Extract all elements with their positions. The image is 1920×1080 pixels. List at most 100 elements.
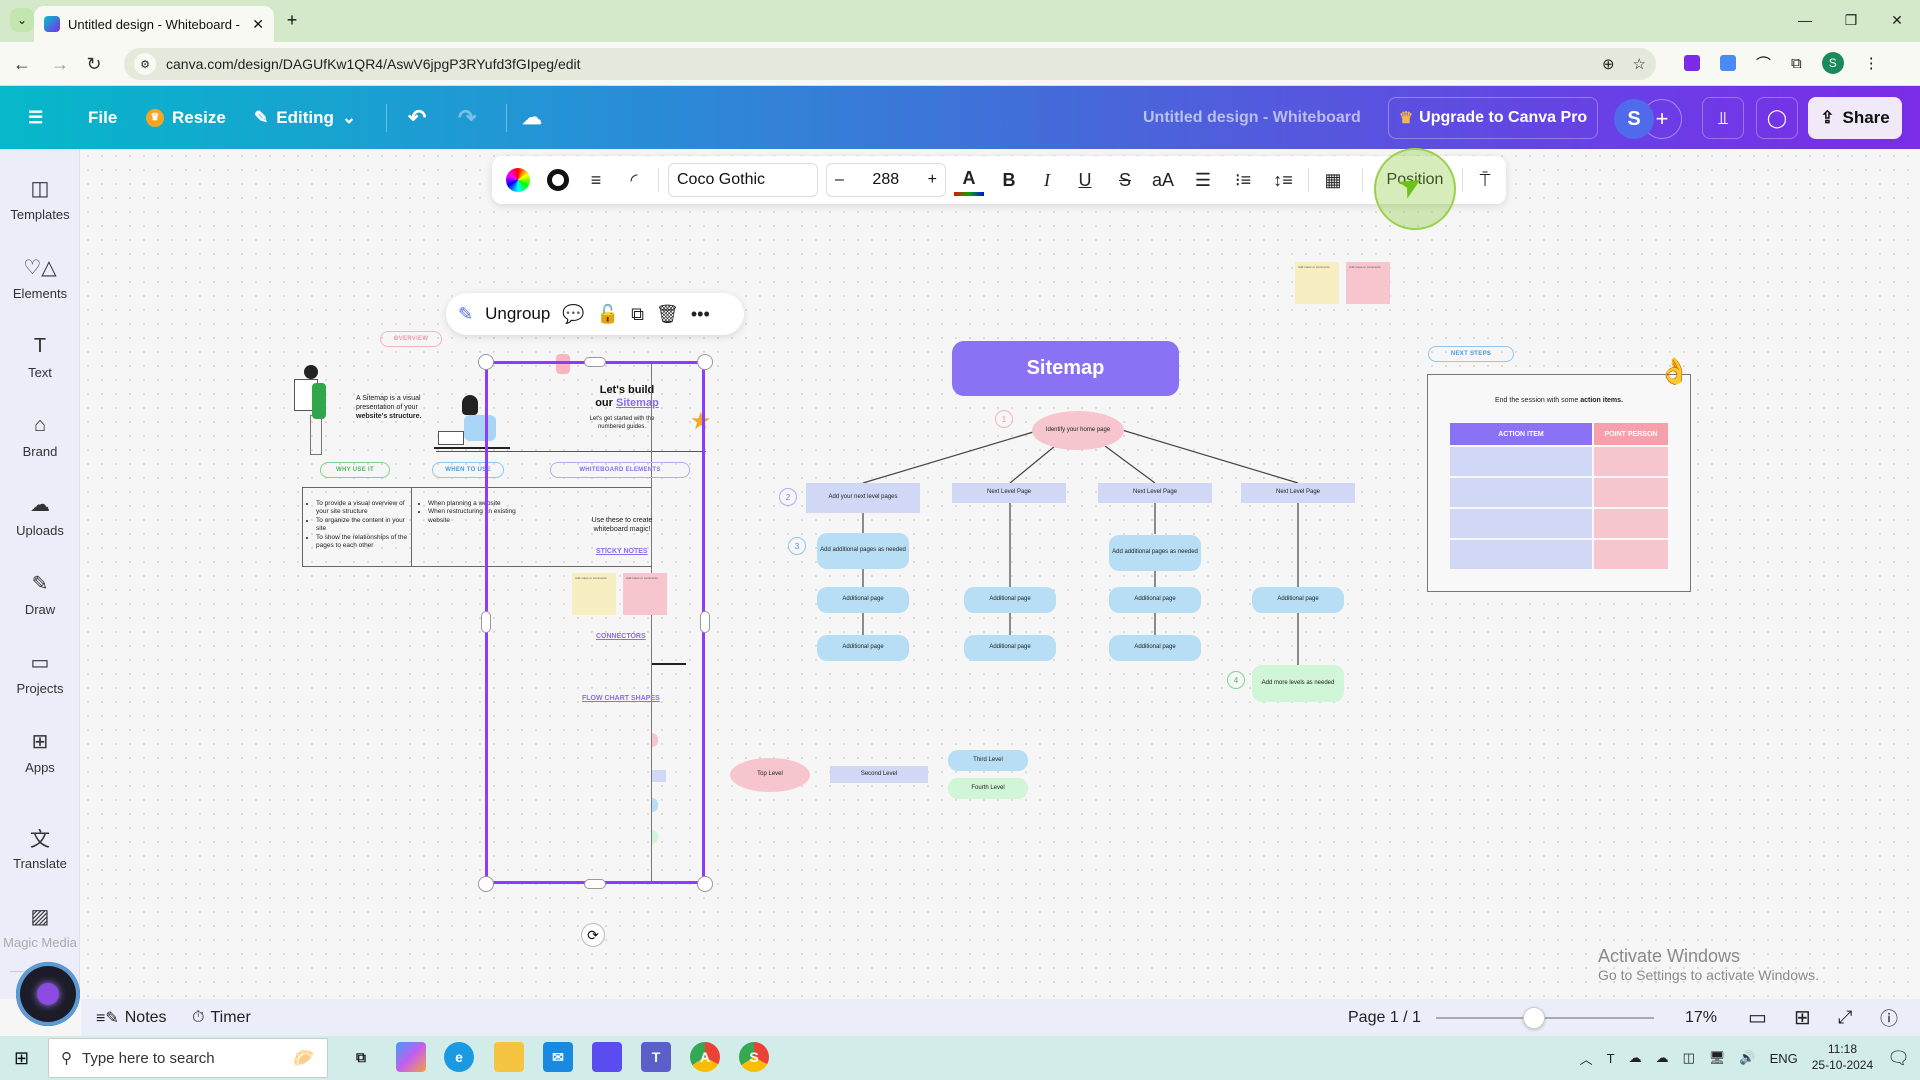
app-icon[interactable]: [592, 1042, 622, 1072]
onedrive-icon[interactable]: ☁: [1656, 1050, 1669, 1066]
chrome-profile-a-icon[interactable]: A: [690, 1042, 720, 1072]
reload-icon[interactable]: ↻: [82, 52, 106, 76]
legend-second-level[interactable]: Second Level: [830, 766, 928, 783]
italic-icon[interactable]: I: [1032, 164, 1062, 196]
file-menu[interactable]: File: [88, 86, 117, 149]
insights-chart-icon[interactable]: ⫫: [1702, 97, 1744, 139]
level2-node[interactable]: Next Level Page: [1098, 483, 1212, 503]
rotate-handle-icon[interactable]: ⟳: [581, 923, 605, 947]
browser-menu-icon[interactable]: ⋮: [1864, 54, 1879, 72]
mail-icon[interactable]: ✉: [543, 1042, 573, 1072]
magic-edit-icon[interactable]: ✎: [458, 304, 473, 325]
copilot-icon[interactable]: [396, 1042, 426, 1072]
teams-icon[interactable]: T: [641, 1042, 671, 1072]
close-window-icon[interactable]: ✕: [1874, 0, 1920, 40]
comments-icon[interactable]: ◯: [1756, 97, 1798, 139]
more-levels-node[interactable]: Add more levels as needed: [1252, 665, 1344, 702]
notifications-icon[interactable]: 🗨: [1887, 1048, 1910, 1069]
duplicate-icon[interactable]: ⧉: [631, 304, 644, 325]
legend-fourth-level[interactable]: Fourth Level: [948, 778, 1028, 799]
legend-third-level[interactable]: Third Level: [948, 750, 1028, 771]
sidebar-item-elements[interactable]: ♡△ Elements: [0, 254, 80, 302]
table-cell-point-person[interactable]: [1594, 509, 1668, 538]
task-view-icon[interactable]: ⧉: [346, 1042, 376, 1072]
clock[interactable]: 11:18 25-10-2024: [1812, 1042, 1873, 1073]
sidebar-item-translate[interactable]: 文 Translate: [0, 824, 80, 872]
spacing-icon[interactable]: ↕≡: [1268, 164, 1298, 196]
decrease-size-button[interactable]: –: [835, 171, 844, 189]
align-center-icon[interactable]: ☰: [1188, 164, 1218, 196]
taskbar-search-input[interactable]: ⚲ Type here to search 🥟: [48, 1038, 328, 1078]
sidebar-item-magic-media[interactable]: ▨ Magic Media: [0, 903, 80, 951]
user-avatar[interactable]: S: [1614, 99, 1654, 139]
sidebar-item-apps[interactable]: ⊞ Apps: [0, 728, 80, 776]
sidebar-item-brand[interactable]: ⌂ Brand: [0, 412, 80, 460]
sidebar-item-text[interactable]: T Text: [0, 333, 80, 381]
level2-node[interactable]: Next Level Page: [952, 483, 1066, 503]
main-menu-icon[interactable]: ☰: [28, 86, 43, 149]
extension-icon[interactable]: ⌒: [1756, 53, 1771, 74]
level2-node[interactable]: Add your next level pages: [806, 483, 920, 513]
page-view-icon[interactable]: ▭: [1748, 999, 1767, 1036]
bold-icon[interactable]: B: [994, 164, 1024, 196]
text-color-icon[interactable]: A: [954, 164, 984, 196]
sidebar-item-draw[interactable]: ✎ Draw: [0, 570, 80, 618]
document-title[interactable]: Untitled design - Whiteboard: [1143, 86, 1361, 149]
grid-view-icon[interactable]: ⊞: [1794, 999, 1811, 1036]
more-options-icon[interactable]: •••: [691, 304, 710, 325]
letter-case-icon[interactable]: aA: [1148, 164, 1178, 196]
table-cell-action-item[interactable]: [1450, 509, 1592, 538]
sticky-note-yellow[interactable]: Add notes or comments: [1295, 262, 1339, 304]
additional-page-node[interactable]: Additional page: [964, 587, 1056, 613]
sidebar-item-projects[interactable]: ▭ Projects: [0, 649, 80, 697]
border-style-icon[interactable]: [542, 164, 574, 196]
timer-button[interactable]: ⏱ Timer: [192, 999, 251, 1036]
minimize-icon[interactable]: —: [1782, 0, 1828, 40]
site-info-icon[interactable]: ⚙: [134, 53, 156, 75]
additional-page-node[interactable]: Additional page: [1252, 587, 1344, 613]
font-size-stepper[interactable]: – 288 +: [826, 163, 946, 197]
redo-icon[interactable]: ↷: [458, 86, 476, 149]
show-hidden-icons[interactable]: ︿: [1580, 1049, 1593, 1068]
page-indicator[interactable]: Page 1 / 1: [1348, 999, 1421, 1036]
file-explorer-icon[interactable]: [494, 1042, 524, 1072]
fullscreen-icon[interactable]: ⤢: [1838, 999, 1852, 1036]
ungroup-button[interactable]: Ungroup: [485, 304, 550, 324]
sidebar-item-templates[interactable]: ◫ Templates: [0, 175, 80, 223]
resize-handle-top-left[interactable]: [478, 354, 494, 370]
editing-mode-dropdown[interactable]: ✎ Editing ⌄: [254, 86, 356, 149]
edge-icon[interactable]: e: [444, 1042, 474, 1072]
new-tab-button[interactable]: +: [282, 10, 302, 30]
table-cell-point-person[interactable]: [1594, 540, 1668, 569]
bookmark-star-icon[interactable]: ☆: [1633, 55, 1646, 73]
strikethrough-icon[interactable]: S: [1110, 164, 1140, 196]
camera-icon[interactable]: ◫: [1683, 1050, 1695, 1066]
url-bar[interactable]: ⚙ canva.com/design/DAGUfKw1QR4/AswV6jpgP…: [124, 48, 1656, 80]
resize-handle-bottom-left[interactable]: [478, 876, 494, 892]
selection-frame[interactable]: [485, 361, 705, 884]
lock-icon[interactable]: 🔓: [597, 304, 619, 325]
resize-handle-top-right[interactable]: [697, 354, 713, 370]
volume-icon[interactable]: 🔊: [1739, 1050, 1755, 1066]
network-icon[interactable]: 🖥: [1709, 1050, 1726, 1066]
extensions-puzzle-icon[interactable]: ⧉: [1791, 55, 1802, 72]
home-page-node[interactable]: Identify your home page: [1032, 411, 1124, 450]
resize-handle-right[interactable]: [700, 611, 710, 633]
table-cell-point-person[interactable]: [1594, 478, 1668, 507]
browser-tab[interactable]: Untitled design - Whiteboard - ✕: [34, 6, 274, 42]
share-button[interactable]: ⇪ Share: [1808, 97, 1902, 139]
help-icon[interactable]: ⓘ: [1880, 999, 1898, 1036]
table-cell-action-item[interactable]: [1450, 447, 1592, 476]
border-weight-icon[interactable]: ≡: [580, 164, 612, 196]
forward-icon[interactable]: →: [48, 52, 72, 76]
paint-roller-icon[interactable]: ⍑: [1470, 164, 1500, 196]
notes-button[interactable]: ≡✎ Notes: [96, 999, 167, 1036]
tab-search-button[interactable]: ⌄: [10, 8, 34, 32]
increase-size-button[interactable]: +: [928, 171, 937, 189]
delete-icon[interactable]: 🗑: [656, 304, 679, 325]
extension-icon[interactable]: [1684, 55, 1700, 71]
additional-page-node[interactable]: Additional page: [817, 635, 909, 661]
restore-icon[interactable]: ❐: [1828, 0, 1874, 40]
cloud-saved-icon[interactable]: ☁: [522, 86, 542, 149]
close-tab-icon[interactable]: ✕: [252, 16, 264, 33]
